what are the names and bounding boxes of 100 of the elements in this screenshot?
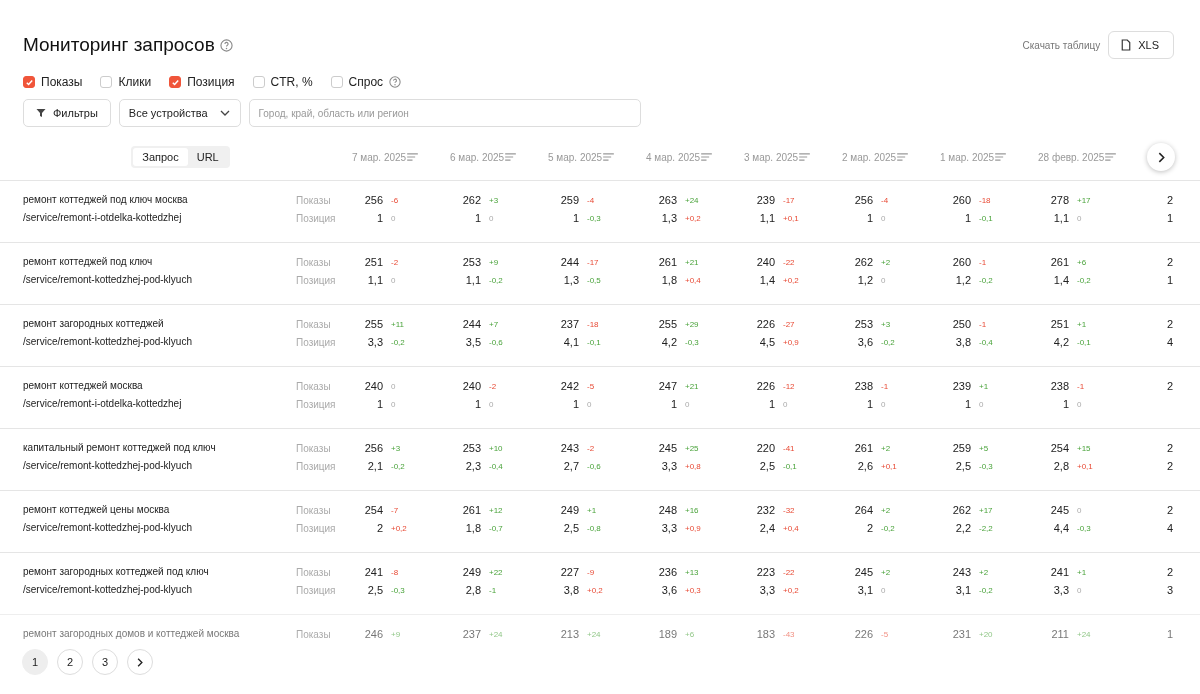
help-icon[interactable]: [389, 76, 402, 88]
value-text: 2: [1167, 566, 1174, 578]
value-text: 237: [461, 628, 481, 640]
delta-text: -6: [391, 195, 399, 205]
delta-text: 0: [881, 275, 886, 285]
delta-text: -17: [783, 195, 795, 205]
delta-text: -41: [783, 443, 795, 453]
delta-text: -22: [783, 257, 795, 267]
checkbox[interactable]: [169, 76, 182, 88]
delta-text: -4: [881, 195, 889, 205]
page-button[interactable]: 2: [57, 649, 83, 675]
value-text: 251: [1049, 318, 1069, 330]
sort-icon[interactable]: [701, 153, 713, 161]
delta-text: -32: [783, 505, 795, 515]
delta-text: 0: [1077, 399, 1082, 409]
sort-icon[interactable]: [603, 153, 615, 161]
value-text: 232: [755, 504, 775, 516]
delta-text: 0: [1077, 505, 1082, 515]
value-text: 2: [375, 522, 383, 534]
checkbox-label: Позиция: [187, 75, 235, 89]
next-columns-button[interactable]: [1147, 143, 1175, 171]
delta-text: -4: [587, 195, 595, 205]
delta-text: 0: [979, 399, 984, 409]
value-text: 243: [559, 442, 579, 454]
value-text: 1: [375, 212, 383, 224]
checkbox[interactable]: [23, 76, 35, 88]
delta-text: -12: [783, 381, 795, 391]
delta-text: -0,4: [489, 461, 503, 471]
value-text: 3,5: [464, 336, 481, 348]
delta-text: +17: [1077, 195, 1091, 205]
delta-text: -1: [979, 257, 987, 267]
value-text: 254: [1049, 442, 1069, 454]
delta-text: -5: [881, 629, 889, 639]
metric-label: Позиция: [296, 398, 337, 410]
page-button[interactable]: 3: [92, 649, 118, 675]
checkbox[interactable]: [100, 76, 113, 88]
delta-text: +1: [1077, 319, 1087, 329]
value-text: 3,8: [562, 584, 579, 596]
value-text: 1: [473, 398, 481, 410]
value-text: 1,1: [758, 212, 775, 224]
delta-text: 0: [881, 399, 886, 409]
query-text: ремонт коттеджей москва: [23, 379, 144, 393]
value-text: 3,1: [954, 584, 971, 596]
page-button[interactable]: 1: [22, 649, 48, 675]
value-text: 1: [1167, 628, 1174, 640]
value-text: 261: [853, 442, 873, 454]
sort-icon[interactable]: [897, 153, 909, 161]
delta-text: +24: [489, 629, 503, 639]
value-text: 2,5: [758, 460, 775, 472]
sort-icon[interactable]: [407, 153, 419, 161]
value-text: 255: [657, 318, 677, 330]
value-text: 242: [559, 380, 579, 392]
delta-text: +6: [1077, 257, 1087, 267]
delta-text: -1: [881, 381, 889, 391]
sort-icon[interactable]: [1105, 153, 1117, 161]
device-dropdown[interactable]: Все устройства: [118, 99, 241, 127]
delta-text: +0,4: [783, 523, 799, 533]
value-text: 2: [1167, 504, 1174, 516]
delta-text: +17: [979, 505, 993, 515]
xls-button[interactable]: XLS: [1108, 31, 1174, 59]
value-text: 260: [951, 256, 971, 268]
sort-icon[interactable]: [505, 153, 517, 161]
delta-text: +7: [489, 319, 499, 329]
next-page-button[interactable]: [127, 649, 153, 675]
delta-text: +5: [979, 443, 989, 453]
value-text: 3,1: [856, 584, 873, 596]
delta-text: +20: [979, 629, 993, 639]
delta-text: +1: [1077, 567, 1087, 577]
checkbox[interactable]: [330, 76, 343, 88]
delta-text: 0: [1077, 213, 1082, 223]
value-text: 246: [363, 628, 383, 640]
value-text: 253: [853, 318, 873, 330]
filter-icon: [36, 108, 46, 118]
checkbox[interactable]: [252, 76, 265, 88]
value-text: 264: [853, 504, 873, 516]
region-field[interactable]: Город, край, область или регион: [248, 99, 641, 127]
help-icon[interactable]: [219, 38, 233, 52]
value-text: 253: [461, 442, 481, 454]
value-text: 223: [755, 566, 775, 578]
url-text: /service/remont-i-otdelka-kottedzhej: [23, 397, 183, 411]
metric-label: Позиция: [296, 522, 337, 534]
value-text: 248: [657, 504, 677, 516]
sort-icon[interactable]: [995, 153, 1007, 161]
filters-button[interactable]: Фильтры: [23, 99, 111, 127]
delta-text: -0,2: [881, 337, 895, 347]
delta-text: +11: [391, 319, 404, 329]
value-text: 263: [657, 194, 677, 206]
value-text: 244: [559, 256, 579, 268]
view-tab[interactable]: Запрос: [133, 148, 188, 166]
delta-text: 0: [587, 399, 592, 409]
value-text: 261: [657, 256, 677, 268]
value-text: 245: [853, 566, 873, 578]
value-text: 249: [559, 504, 579, 516]
view-tab[interactable]: URL: [187, 148, 228, 166]
delta-text: -0,2: [489, 275, 503, 285]
delta-text: -2: [587, 443, 595, 453]
delta-text: +2: [881, 505, 891, 515]
value-text: 2: [1167, 256, 1174, 268]
value-text: 1: [473, 212, 481, 224]
sort-icon[interactable]: [799, 153, 811, 161]
